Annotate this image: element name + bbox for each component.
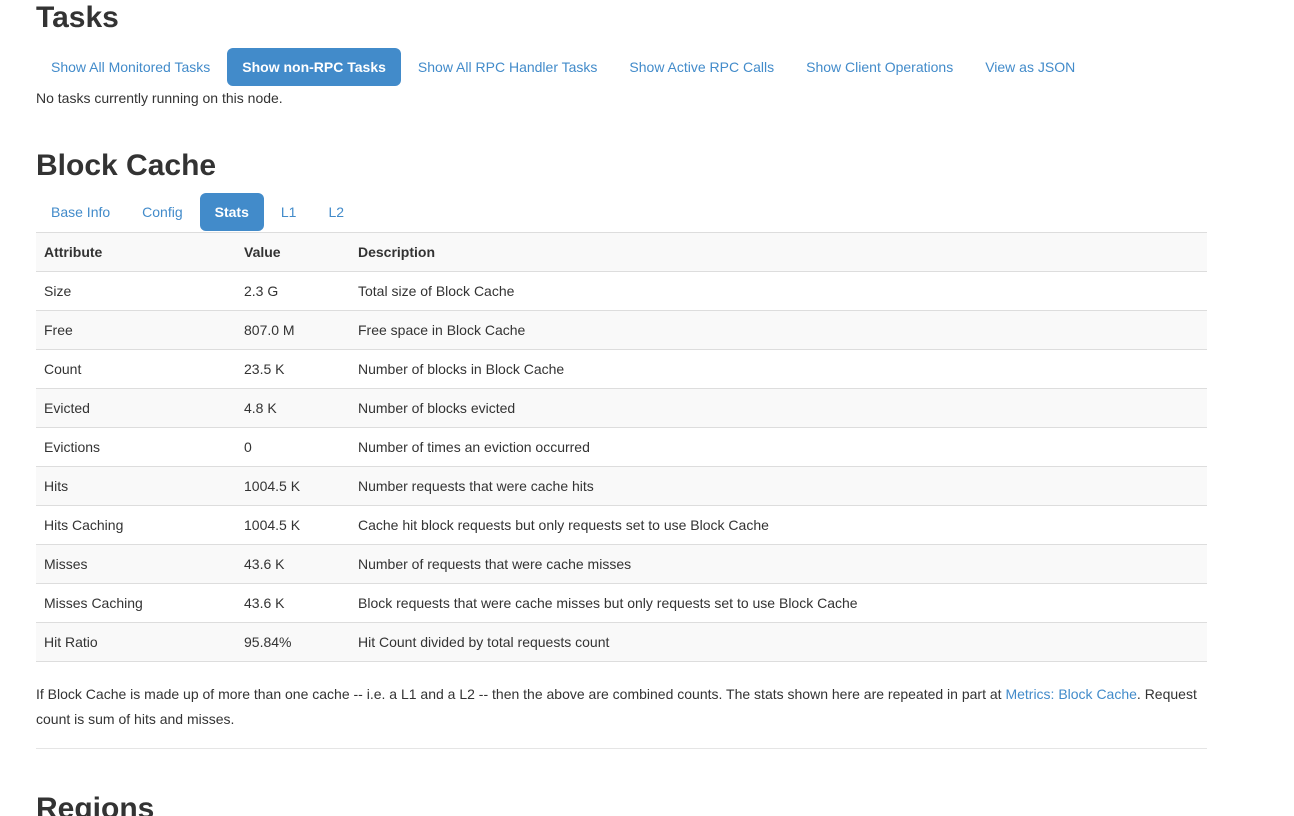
tab-base-info[interactable]: Base Info [36,193,125,231]
cell-value: 43.6 K [236,584,350,623]
pill-show-client-operations-link[interactable]: Show Client Operations [791,48,968,86]
tab-config[interactable]: Config [127,193,197,231]
tab-config-link[interactable]: Config [127,193,197,231]
cell-attribute: Hits Caching [36,506,236,545]
pill-show-all-monitored-tasks-link[interactable]: Show All Monitored Tasks [36,48,225,86]
tab-stats-link[interactable]: Stats [200,193,264,231]
cell-value: 1004.5 K [236,506,350,545]
footnote-text-before: If Block Cache is made up of more than o… [36,686,1005,702]
cell-description: Number of times an eviction occurred [350,428,1207,467]
section-divider [36,748,1207,749]
cell-attribute: Hit Ratio [36,623,236,662]
cell-value: 1004.5 K [236,467,350,506]
table-row: Evictions 0 Number of times an eviction … [36,428,1207,467]
tasks-heading: Tasks [36,0,1207,34]
cell-value: 23.5 K [236,350,350,389]
pill-show-all-monitored-tasks[interactable]: Show All Monitored Tasks [36,48,225,86]
table-header-row: Attribute Value Description [36,233,1207,272]
pill-show-client-operations[interactable]: Show Client Operations [791,48,968,86]
tab-l2-link[interactable]: L2 [313,193,359,231]
cell-value: 2.3 G [236,272,350,311]
cell-attribute: Misses [36,545,236,584]
cell-description: Total size of Block Cache [350,272,1207,311]
pill-show-non-rpc-tasks-link[interactable]: Show non-RPC Tasks [227,48,401,86]
cell-description: Number requests that were cache hits [350,467,1207,506]
cell-description: Cache hit block requests but only reques… [350,506,1207,545]
cell-description: Free space in Block Cache [350,311,1207,350]
cell-attribute: Misses Caching [36,584,236,623]
pill-show-non-rpc-tasks[interactable]: Show non-RPC Tasks [227,48,401,86]
block-cache-footnote: If Block Cache is made up of more than o… [36,682,1207,732]
tasks-filter-pills: Show All Monitored Tasks Show non-RPC Ta… [36,48,1207,86]
metrics-block-cache-link[interactable]: Metrics: Block Cache [1005,686,1136,702]
pill-show-all-rpc-handler-tasks-link[interactable]: Show All RPC Handler Tasks [403,48,612,86]
page: Tasks Show All Monitored Tasks Show non-… [0,0,1294,816]
pill-show-all-rpc-handler-tasks[interactable]: Show All RPC Handler Tasks [403,48,612,86]
table-row: Hits 1004.5 K Number requests that were … [36,467,1207,506]
block-cache-heading: Block Cache [36,150,1207,182]
cell-description: Number of blocks in Block Cache [350,350,1207,389]
cell-value: 0 [236,428,350,467]
cell-value: 95.84% [236,623,350,662]
column-header-value: Value [236,233,350,272]
pill-show-active-rpc-calls-link[interactable]: Show Active RPC Calls [614,48,789,86]
block-cache-tabs: Base Info Config Stats L1 L2 [36,193,1207,231]
pill-view-as-json-link[interactable]: View as JSON [970,48,1090,86]
pill-show-active-rpc-calls[interactable]: Show Active RPC Calls [614,48,789,86]
table-row: Misses Caching 43.6 K Block requests tha… [36,584,1207,623]
cell-value: 43.6 K [236,545,350,584]
cell-description: Hit Count divided by total requests coun… [350,623,1207,662]
cell-value: 4.8 K [236,389,350,428]
tab-l1-link[interactable]: L1 [266,193,312,231]
cell-description: Number of requests that were cache misse… [350,545,1207,584]
cell-attribute: Evicted [36,389,236,428]
table-row: Misses 43.6 K Number of requests that we… [36,545,1207,584]
cell-description: Number of blocks evicted [350,389,1207,428]
table-row: Free 807.0 M Free space in Block Cache [36,311,1207,350]
table-row: Hits Caching 1004.5 K Cache hit block re… [36,506,1207,545]
table-row: Size 2.3 G Total size of Block Cache [36,272,1207,311]
table-row: Count 23.5 K Number of blocks in Block C… [36,350,1207,389]
block-cache-stats-table: Attribute Value Description Size 2.3 G T… [36,232,1207,662]
tab-stats[interactable]: Stats [200,193,264,231]
cell-attribute: Evictions [36,428,236,467]
tasks-empty-message: No tasks currently running on this node. [36,88,1207,108]
tab-base-info-link[interactable]: Base Info [36,193,125,231]
cell-value: 807.0 M [236,311,350,350]
cell-attribute: Count [36,350,236,389]
column-header-attribute: Attribute [36,233,236,272]
pill-view-as-json[interactable]: View as JSON [970,48,1090,86]
table-row: Evicted 4.8 K Number of blocks evicted [36,389,1207,428]
cell-attribute: Hits [36,467,236,506]
cell-description: Block requests that were cache misses bu… [350,584,1207,623]
regions-heading: Regions [36,793,1207,816]
cell-attribute: Free [36,311,236,350]
cell-attribute: Size [36,272,236,311]
table-row: Hit Ratio 95.84% Hit Count divided by to… [36,623,1207,662]
content-container: Tasks Show All Monitored Tasks Show non-… [36,0,1207,816]
column-header-description: Description [350,233,1207,272]
tab-l1[interactable]: L1 [266,193,312,231]
tab-l2[interactable]: L2 [313,193,359,231]
